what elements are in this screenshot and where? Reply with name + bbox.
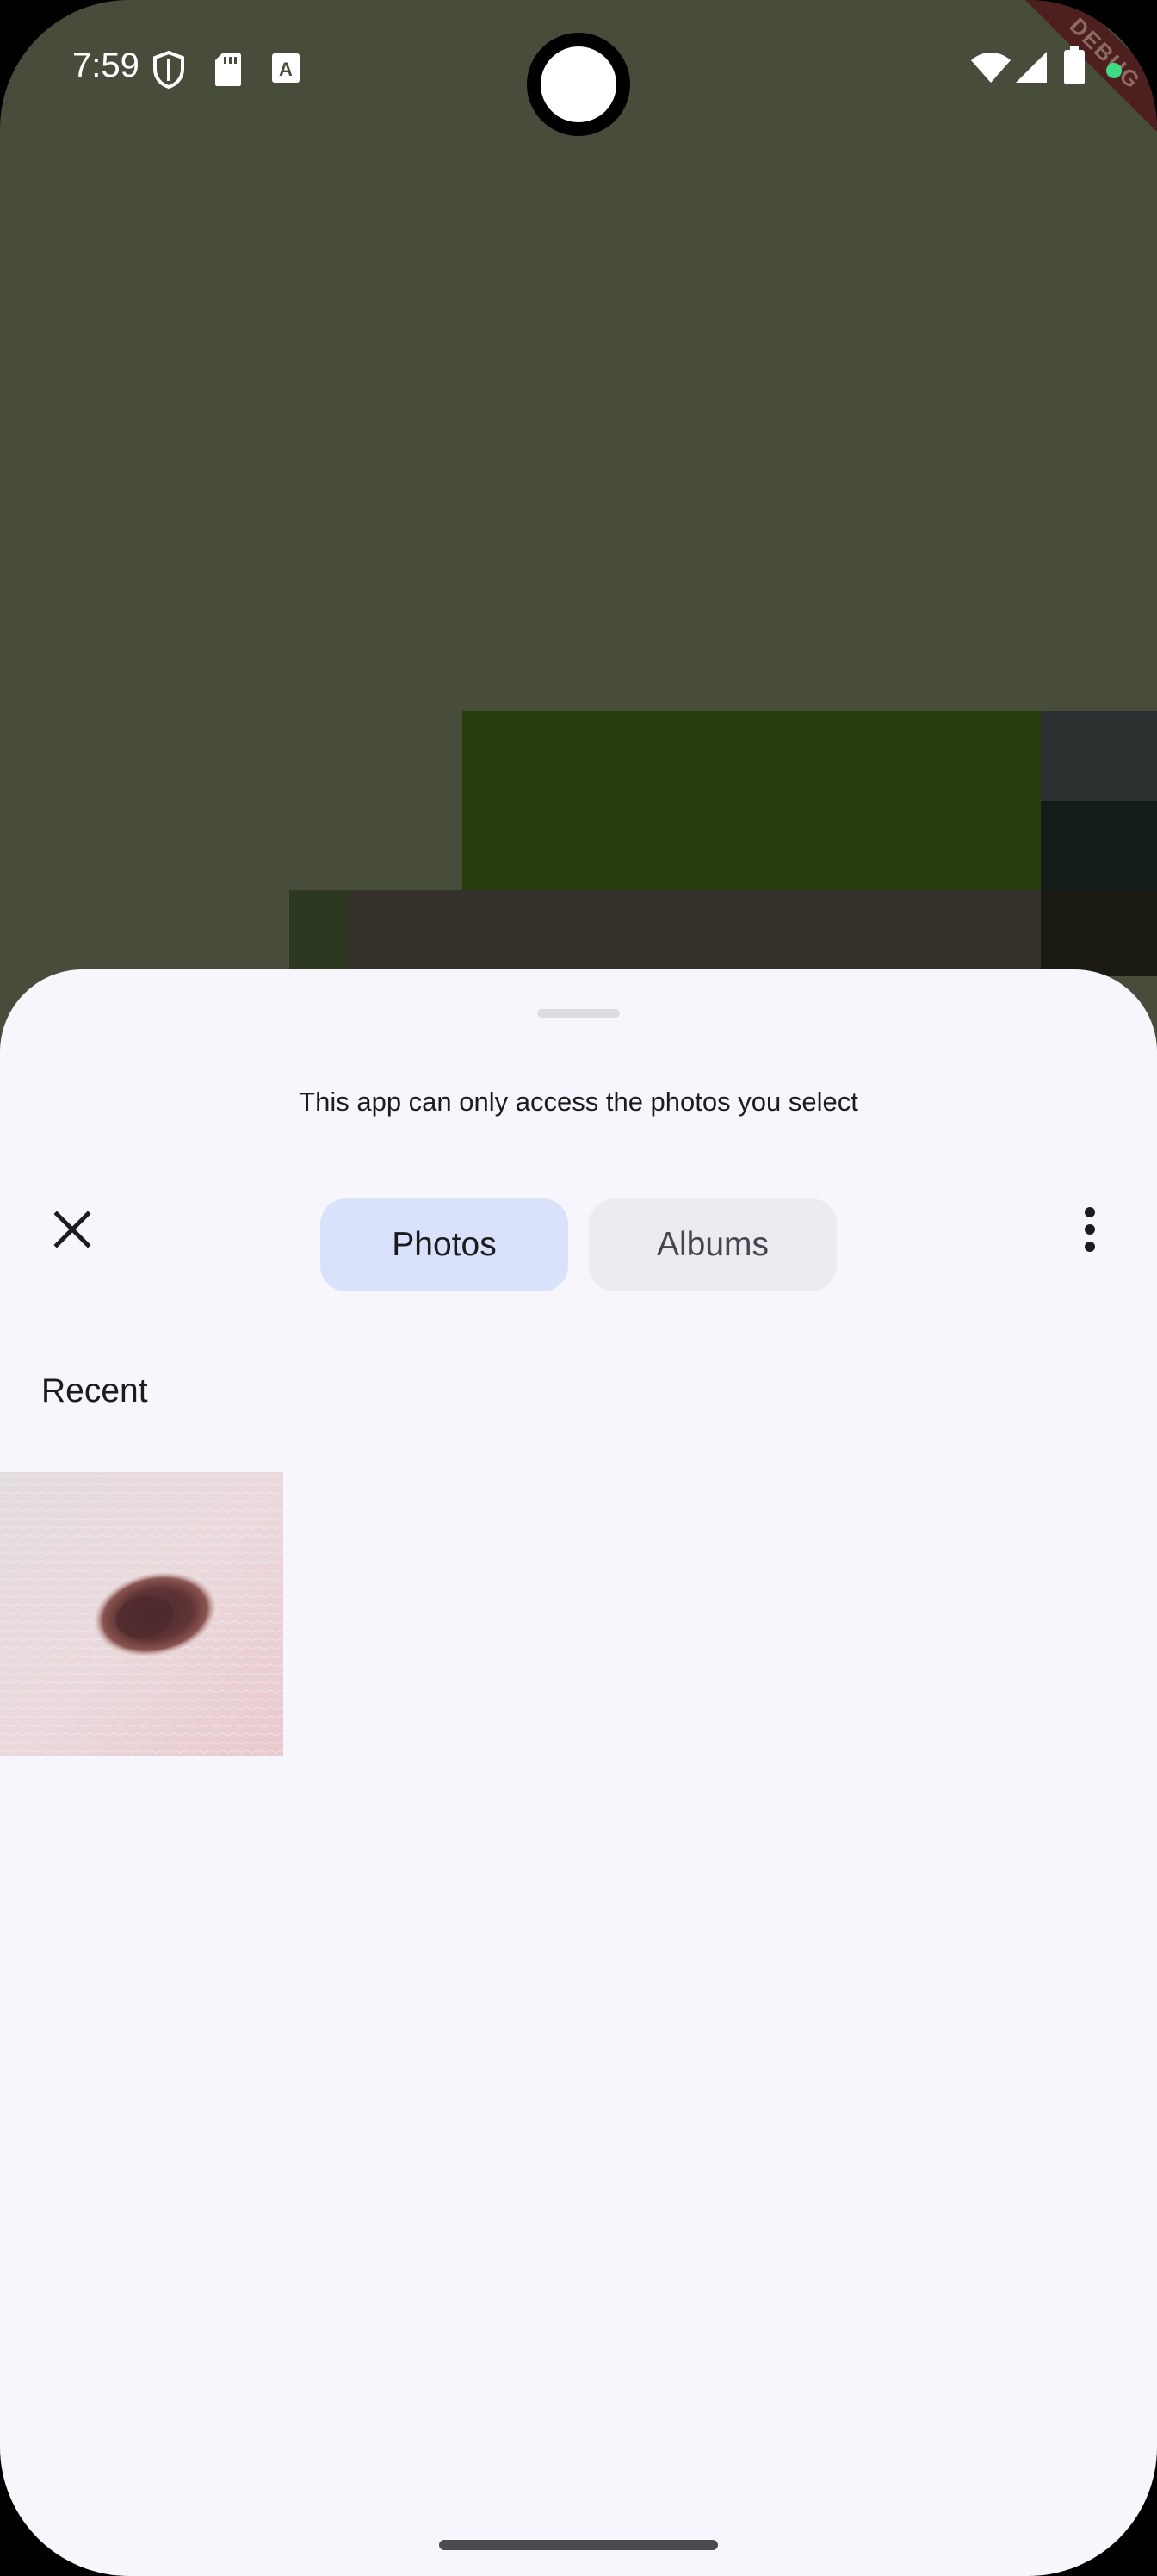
tab-photos[interactable]: Photos xyxy=(320,1198,568,1291)
tab-albums[interactable]: Albums xyxy=(589,1198,837,1291)
background-preview-block xyxy=(289,890,348,976)
access-notice: This app can only access the photos you … xyxy=(299,1087,858,1117)
tab-albums-label: Albums xyxy=(656,1226,770,1263)
home-indicator[interactable] xyxy=(439,2540,718,2550)
background-preview-block xyxy=(462,711,1041,890)
drag-handle[interactable] xyxy=(537,1009,620,1018)
wifi-icon xyxy=(969,50,1012,89)
sd-card-icon xyxy=(213,52,243,92)
device-screen: DEBUG 7:59 A This app can only access th… xyxy=(0,0,1157,2576)
photo-thumbnail[interactable] xyxy=(0,1472,283,1756)
close-button[interactable] xyxy=(38,1197,107,1266)
font-a-icon: A xyxy=(270,52,301,90)
cellular-signal-icon xyxy=(1014,50,1049,89)
section-title-recent: Recent xyxy=(41,1372,148,1409)
svg-text:A: A xyxy=(279,59,293,80)
close-icon xyxy=(52,1209,93,1254)
background-preview-block xyxy=(1041,801,1157,890)
background-preview-block xyxy=(348,890,1041,976)
photo-picker-sheet: This app can only access the photos you … xyxy=(0,969,1157,2576)
skin-mole-photo xyxy=(0,1472,283,1756)
status-time: 7:59 xyxy=(72,46,139,84)
battery-icon xyxy=(1064,46,1085,90)
privacy-indicator-dot xyxy=(1105,62,1123,84)
camera-cutout xyxy=(527,33,630,136)
more-vertical-icon xyxy=(1083,1205,1097,1258)
background-preview-block xyxy=(1041,711,1157,801)
tab-photos-label: Photos xyxy=(392,1226,497,1263)
background-preview-block xyxy=(1041,890,1157,976)
vpn-shield-icon xyxy=(152,50,186,94)
more-options-button[interactable] xyxy=(1055,1197,1124,1266)
